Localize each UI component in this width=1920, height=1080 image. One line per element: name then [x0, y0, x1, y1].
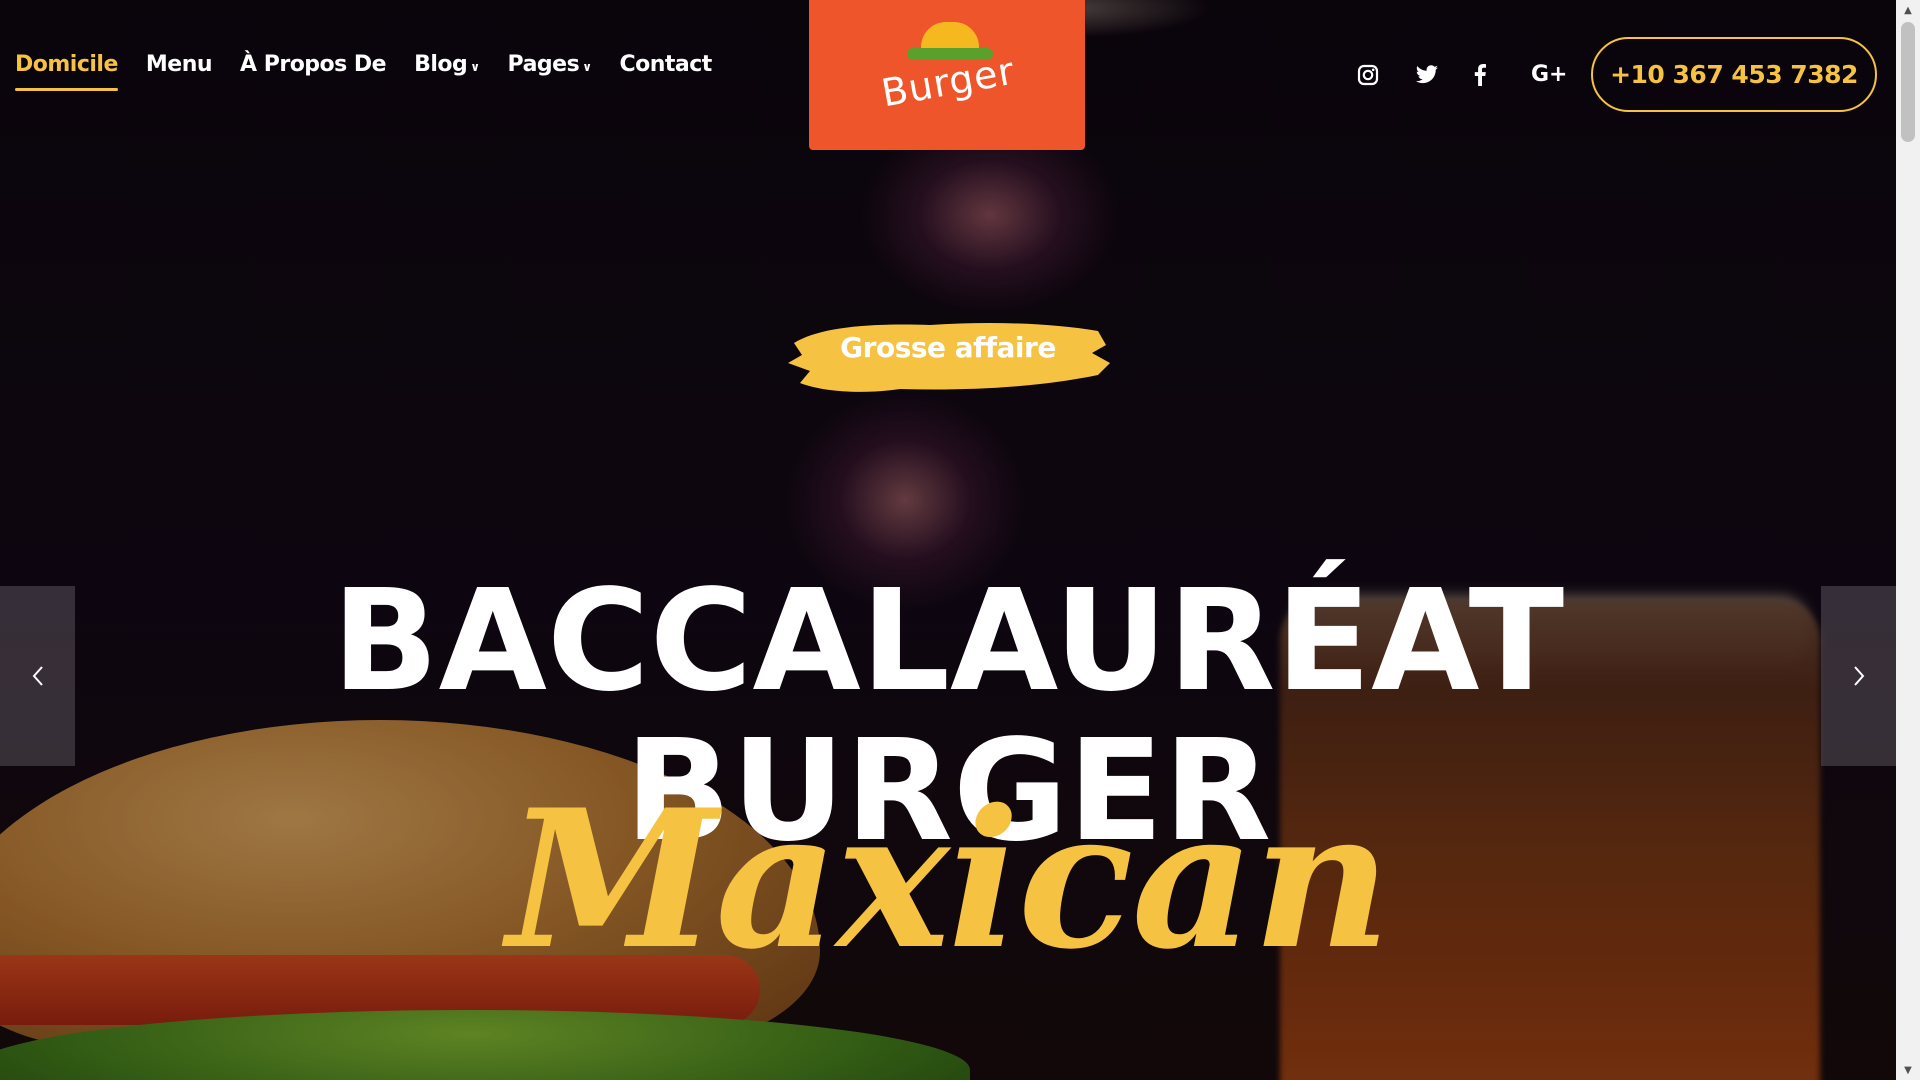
- instagram-icon[interactable]: [1357, 64, 1385, 86]
- scroll-up-arrow-icon[interactable]: ▲: [1896, 0, 1920, 20]
- nav-item-pages[interactable]: Pages ∨: [508, 52, 592, 77]
- nav-item-blog[interactable]: Blog ∨: [414, 52, 480, 77]
- nav-item-label: Domicile: [15, 52, 118, 77]
- nav-item-a-propos[interactable]: À Propos De: [240, 52, 387, 77]
- phone-button[interactable]: +10 367 453 7382: [1591, 37, 1877, 112]
- social-links: G+: [1357, 62, 1568, 87]
- twitter-icon[interactable]: [1415, 64, 1443, 85]
- scrollbar-thumb[interactable]: [1901, 22, 1915, 142]
- logo-text: Burger: [878, 48, 1019, 116]
- hero-tag-text: Grosse affaire: [840, 331, 1056, 364]
- nav-item-menu[interactable]: Menu: [145, 52, 213, 77]
- hero-title-line1: BACCALAURÉAT: [331, 560, 1565, 723]
- page: Domicile Menu À Propos De Blog ∨ Pages ∨ C…: [0, 0, 1896, 1080]
- hero-tag-badge: Grosse affaire: [780, 305, 1116, 400]
- hero-script-text: Maxican: [507, 768, 1391, 991]
- logo[interactable]: Burger: [809, 0, 1085, 150]
- chevron-right-icon: [1853, 666, 1864, 686]
- google-plus-icon[interactable]: G+: [1531, 62, 1568, 87]
- main-nav: Domicile Menu À Propos De Blog ∨ Pages ∨ C…: [15, 52, 712, 91]
- chevron-down-icon: ∨: [470, 59, 480, 74]
- chevron-left-icon: [32, 666, 43, 686]
- nav-item-label: À Propos De: [240, 52, 387, 77]
- vertical-scrollbar[interactable]: ▲ ▼: [1896, 0, 1920, 1080]
- nav-item-contact[interactable]: Contact: [619, 52, 712, 77]
- nav-item-label: Contact: [619, 52, 712, 77]
- slider-next-button[interactable]: [1821, 586, 1896, 766]
- chevron-down-icon: ∨: [582, 59, 592, 74]
- nav-item-label: Menu: [145, 52, 213, 77]
- facebook-icon[interactable]: [1473, 63, 1501, 86]
- slider-prev-button[interactable]: [0, 586, 75, 766]
- nav-item-domicile[interactable]: Domicile: [15, 52, 118, 91]
- nav-item-label: Pages: [507, 52, 580, 77]
- nav-item-label: Blog: [414, 52, 468, 77]
- scroll-down-arrow-icon[interactable]: ▼: [1896, 1060, 1920, 1080]
